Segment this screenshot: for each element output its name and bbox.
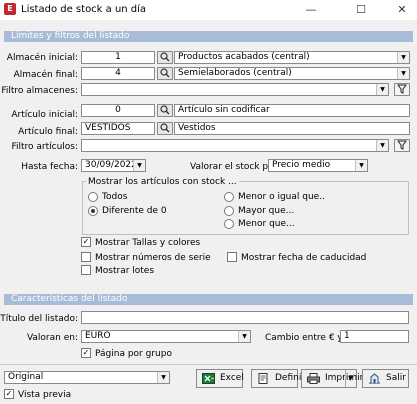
check-series-label: Mostrar números de serie <box>95 253 211 263</box>
articulo-final-description: Vestidos <box>174 122 410 135</box>
search-icon[interactable] <box>157 67 173 80</box>
radio-todos-label: Todos <box>102 192 128 202</box>
radio-diferente-de-0[interactable] <box>88 206 98 216</box>
almacen-inicial-label: Almacén inicial: <box>6 53 78 63</box>
filter-icon[interactable] <box>394 83 410 96</box>
radio-todos[interactable] <box>88 192 98 202</box>
excel-icon <box>202 373 215 384</box>
valoran-label: Valoran en: <box>26 333 78 343</box>
check-tallas-label: Mostrar Tallas y colores <box>95 238 201 248</box>
articulo-inicial-input[interactable]: 0 <box>81 104 155 117</box>
exit-icon <box>369 373 380 384</box>
chevron-down-icon: ▼ <box>355 160 367 171</box>
filtro-articulos-select[interactable]: ▼ <box>81 139 389 152</box>
title-bar: E Listado de stock a un día — ☐ ✕ <box>0 0 417 20</box>
hasta-fecha-picker[interactable]: 30/09/2022 ▼ <box>81 159 146 172</box>
filter-icon[interactable] <box>394 139 410 152</box>
almacen-inicial-input[interactable]: 1 <box>81 51 155 64</box>
check-lotes[interactable] <box>81 265 91 275</box>
chevron-down-icon: ▼ <box>238 331 250 342</box>
check-pagina[interactable]: ✓ <box>81 348 91 358</box>
radio-menor-o-igual[interactable] <box>224 192 234 202</box>
salir-button[interactable]: Salir <box>362 369 409 388</box>
hasta-fecha-label: Hasta fecha: <box>21 162 78 172</box>
app-icon: E <box>4 3 16 15</box>
filtro-almacenes-label: Filtro almacenes: <box>1 86 78 96</box>
check-tallas[interactable]: ✓ <box>81 237 91 247</box>
titulo-label: Título del listado: <box>0 314 78 324</box>
check-caducidad[interactable] <box>227 252 237 262</box>
radio-mayor-que-label: Mayor que... <box>238 206 295 216</box>
page-setup-icon <box>258 373 268 384</box>
check-vista-previa[interactable]: ✓ <box>4 389 14 399</box>
search-icon[interactable] <box>157 104 173 117</box>
chevron-down-icon: ▼ <box>397 68 409 79</box>
check-lotes-label: Mostrar lotes <box>95 266 155 276</box>
valorar-label: Valorar el stock por: <box>190 162 281 172</box>
stock-listing-window: E Listado de stock a un día — ☐ ✕ Límite… <box>0 0 417 404</box>
articulo-inicial-description: Artículo sin codificar <box>174 104 410 117</box>
imprimir-button[interactable]: Imprimir ▼ <box>301 369 363 388</box>
check-vista-previa-label: Vista previa <box>18 390 72 400</box>
articulo-inicial-label: Artículo inicial: <box>11 110 78 120</box>
radio-diferente-de-0-label: Diferente de 0 <box>102 206 167 216</box>
articulo-final-label: Artículo final: <box>18 127 78 137</box>
filtro-articulos-label: Filtro artículos: <box>11 142 78 152</box>
filtro-almacenes-select[interactable]: ▼ <box>81 83 389 96</box>
format-select[interactable]: Original ▼ <box>4 371 170 384</box>
footer-separator <box>0 364 417 365</box>
close-button[interactable]: ✕ <box>387 0 417 20</box>
almacen-final-select[interactable]: Semielaborados (central) ▼ <box>174 67 410 80</box>
titulo-input[interactable] <box>81 311 409 324</box>
definir-button[interactable]: Definir <box>251 369 305 388</box>
search-icon[interactable] <box>157 122 173 135</box>
almacen-final-input[interactable]: 4 <box>81 67 155 80</box>
check-series[interactable] <box>81 252 91 262</box>
valoran-select[interactable]: EURO ▼ <box>81 330 251 343</box>
check-pagina-label: Página por grupo <box>95 349 172 359</box>
chevron-down-icon: ▼ <box>397 52 409 63</box>
maximize-button[interactable]: ☐ <box>346 0 376 20</box>
section-characteristics-header: Características del listado <box>4 294 413 305</box>
chevron-down-icon: ▼ <box>157 372 169 383</box>
stock-options-group-label: Mostrar los artículos con stock ... <box>86 177 239 187</box>
excel-button[interactable]: Excel <box>196 369 244 388</box>
cambio-input[interactable]: 1 <box>340 330 409 343</box>
window-title: Listado de stock a un día <box>21 4 147 15</box>
search-icon[interactable] <box>157 51 173 64</box>
radio-menor-que[interactable] <box>224 219 234 229</box>
check-caducidad-label: Mostrar fecha de caducidad <box>241 253 367 263</box>
articulo-final-input[interactable]: VESTIDOS <box>81 122 155 135</box>
radio-menor-que-label: Menor que... <box>238 219 295 229</box>
radio-mayor-que[interactable] <box>224 206 234 216</box>
chevron-down-icon[interactable]: ▼ <box>345 370 355 387</box>
section-limits-header: Límites y filtros del listado <box>4 31 413 42</box>
radio-menor-o-igual-label: Menor o igual que.. <box>238 192 325 202</box>
chevron-down-icon: ▼ <box>133 160 145 171</box>
chevron-down-icon: ▼ <box>376 84 388 95</box>
almacen-inicial-select[interactable]: Productos acabados (central) ▼ <box>174 51 410 64</box>
printer-icon <box>307 373 320 384</box>
almacen-final-label: Almacén final: <box>13 70 78 80</box>
valorar-select[interactable]: Precio medio ▼ <box>268 159 368 172</box>
minimize-button[interactable]: — <box>296 0 326 20</box>
chevron-down-icon: ▼ <box>376 140 388 151</box>
